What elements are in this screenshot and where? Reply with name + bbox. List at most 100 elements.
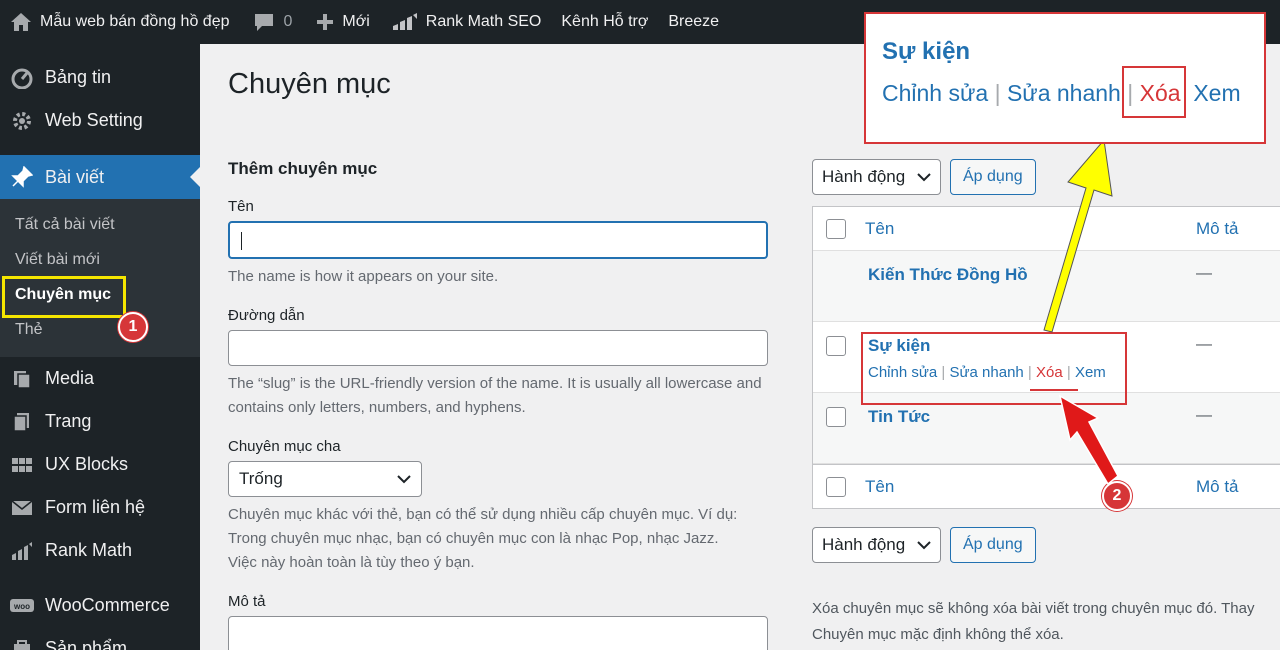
table-row: Kiến Thức Đồng Hồ — <box>813 251 1280 322</box>
step-badge-1: 1 <box>118 312 148 342</box>
menu-dashboard[interactable]: Bảng tin <box>0 56 200 99</box>
menu-ux-blocks[interactable]: UX Blocks <box>0 443 200 486</box>
new-content-link[interactable]: Mới <box>306 0 379 44</box>
menu-label: Trang <box>45 411 92 431</box>
callout-row-actions: Chỉnh sửa | Sửa nhanh | Xóa Xem <box>882 80 1241 106</box>
column-description-footer[interactable]: Mô tả <box>1196 477 1239 497</box>
category-name-link[interactable]: Tin Tức <box>868 407 930 427</box>
menu-label: WooCommerce <box>45 595 170 615</box>
row-checkbox[interactable] <box>826 336 846 356</box>
menu-label: Form liên hệ <box>45 497 146 517</box>
category-name-link[interactable]: Kiến Thức Đồng Hồ <box>868 265 1028 285</box>
zoom-callout: Sự kiện Chỉnh sửa | Sửa nhanh | Xóa Xem <box>864 12 1266 144</box>
menu-label: Web Setting <box>45 110 143 130</box>
chevron-down-icon <box>397 474 411 483</box>
callout-category-name: Sự kiện <box>882 38 971 65</box>
menu-pages[interactable]: Trang <box>0 400 200 443</box>
apply-button-bottom[interactable]: Áp dụng <box>950 527 1036 563</box>
svg-text:woo: woo <box>13 602 30 611</box>
media-icon <box>10 367 34 391</box>
category-description: — <box>1196 336 1212 353</box>
bulk-action-select-bottom[interactable]: Hành động <box>812 527 941 563</box>
add-category-form: Thêm chuyên mục Tên The name is how it a… <box>228 159 773 650</box>
site-name-link[interactable]: Mẫu web bán đồng hồ đẹp <box>0 0 239 44</box>
form-heading: Thêm chuyên mục <box>228 159 378 178</box>
step-badge-2: 2 <box>1102 481 1132 511</box>
plus-icon <box>317 14 334 30</box>
name-help: The name is how it appears on your site. <box>228 268 499 285</box>
apply-button[interactable]: Áp dụng <box>950 159 1036 195</box>
submenu-new-post[interactable]: Viết bài mới <box>0 242 200 277</box>
page-title: Chuyên mục <box>228 68 391 100</box>
name-input[interactable] <box>228 221 768 259</box>
slug-label: Đường dẫn <box>228 307 305 324</box>
pin-icon <box>10 165 34 189</box>
row-checkbox[interactable] <box>826 407 846 427</box>
slug-help: The “slug” is the URL-friendly version o… <box>228 375 762 416</box>
highlight-row-actions <box>861 332 1127 405</box>
new-label: Mới <box>342 13 370 30</box>
column-name-header[interactable]: Tên <box>865 219 894 239</box>
parent-label: Chuyên mục cha <box>228 438 341 455</box>
parent-help: Chuyên mục khác với thẻ, bạn có thể sử d… <box>228 506 738 571</box>
callout-delete-highlight <box>1122 66 1186 118</box>
blocks-icon <box>10 453 34 477</box>
comments-link[interactable]: 0 <box>243 0 302 44</box>
column-description-header[interactable]: Mô tả <box>1196 219 1239 239</box>
select-all-checkbox[interactable] <box>826 219 846 239</box>
delete-note-line-2: Chuyên mục mặc định không thể xóa. <box>812 626 1064 643</box>
menu-posts[interactable]: Bài viết <box>0 155 200 199</box>
slug-input[interactable] <box>228 330 768 366</box>
support-label: Kênh Hỗ trợ <box>561 13 649 30</box>
parent-select[interactable]: Trống <box>228 461 422 497</box>
pages-icon <box>10 410 34 434</box>
menu-rank-math[interactable]: Rank Math <box>0 529 200 572</box>
description-label: Mô tả <box>228 593 266 610</box>
menu-label: Sản phẩm <box>45 638 128 650</box>
delete-note: Xóa chuyên mục sẽ không xóa bài viết tro… <box>812 596 1255 648</box>
chevron-down-icon <box>917 540 931 549</box>
delete-underline <box>1030 389 1078 391</box>
menu-label: Rank Math <box>45 540 133 560</box>
bulk-action-select[interactable]: Hành động <box>812 159 941 195</box>
rankmath-label: Rank Math SEO <box>425 13 542 30</box>
menu-label: Bảng tin <box>45 67 112 87</box>
gear-icon <box>10 109 34 133</box>
product-icon <box>10 637 34 650</box>
menu-media[interactable]: Media <box>0 357 200 400</box>
description-textarea[interactable] <box>228 616 768 650</box>
category-description: — <box>1196 407 1212 424</box>
column-name-footer[interactable]: Tên <box>865 477 894 497</box>
bulk-actions-bottom: Hành động Áp dụng <box>812 527 1036 563</box>
rankmath-icon <box>392 13 417 30</box>
support-link[interactable]: Kênh Hỗ trợ <box>551 0 658 44</box>
chart-icon <box>10 539 34 563</box>
menu-web-setting[interactable]: Web Setting <box>0 99 200 142</box>
menu-woocommerce[interactable]: woo WooCommerce <box>0 584 200 627</box>
admin-sidebar: Bảng tin Web Setting Bài viết Tất cả bài… <box>0 44 200 650</box>
submenu-all-posts[interactable]: Tất cả bài viết <box>0 207 200 242</box>
bulk-action-value: Hành động <box>822 535 906 554</box>
breeze-label: Breeze <box>668 13 720 30</box>
menu-label: Media <box>45 368 95 388</box>
callout-view-link: Xem <box>1193 80 1241 106</box>
woo-icon: woo <box>10 594 34 618</box>
callout-quick-edit-link: Sửa nhanh <box>1006 80 1121 106</box>
bulk-actions-top: Hành động Áp dụng <box>812 159 1036 195</box>
breeze-link[interactable]: Breeze <box>658 0 729 44</box>
menu-contact-form[interactable]: Form liên hệ <box>0 486 200 529</box>
select-all-checkbox-footer[interactable] <box>826 477 846 497</box>
callout-edit-link: Chỉnh sửa <box>882 80 989 106</box>
site-name: Mẫu web bán đồng hồ đẹp <box>40 13 230 30</box>
menu-products[interactable]: Sản phẩm <box>0 627 200 650</box>
chevron-down-icon <box>917 172 931 181</box>
rankmath-link[interactable]: Rank Math SEO <box>382 0 552 44</box>
parent-select-value: Trống <box>239 469 283 488</box>
menu-label: UX Blocks <box>45 454 129 474</box>
category-description: — <box>1196 265 1212 282</box>
highlight-categories-menu <box>2 276 126 318</box>
name-label: Tên <box>228 198 254 215</box>
bulk-action-value: Hành động <box>822 167 906 186</box>
comment-icon <box>255 14 274 31</box>
dashboard-icon <box>10 66 34 90</box>
